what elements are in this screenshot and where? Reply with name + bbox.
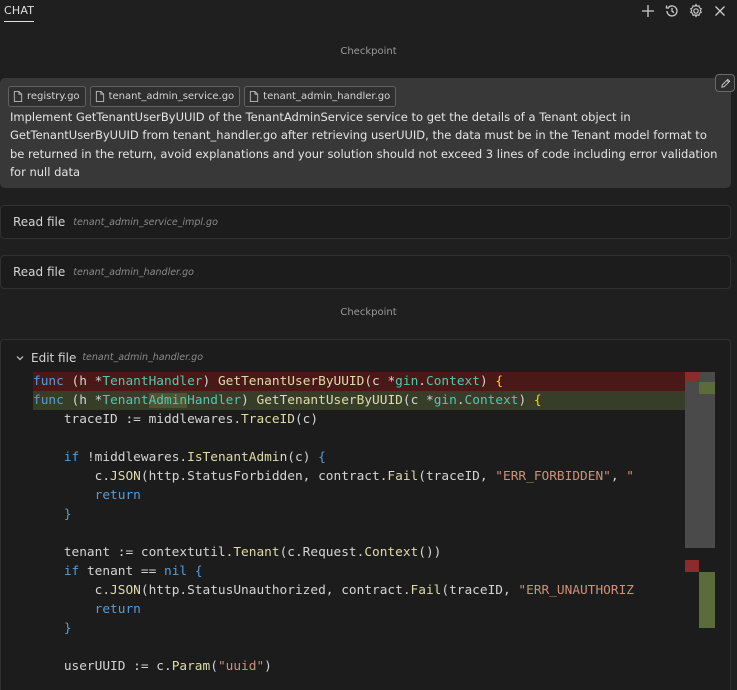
read-file-step[interactable]: Read file tenant_admin_service_impl.go — [0, 205, 731, 239]
history-icon[interactable] — [663, 2, 681, 20]
code-line: return — [94, 488, 141, 503]
step-file-name: tenant_admin_service_impl.go — [73, 216, 218, 228]
chevron-down-icon[interactable] — [15, 348, 25, 367]
code-line-deleted: func (h *TenantHandler) GetTenantUserByU… — [33, 372, 685, 391]
plus-icon[interactable] — [639, 2, 657, 20]
code-line: userUUID := c.Param("uuid") — [33, 659, 272, 674]
edit-file-header[interactable]: Edit file tenant_admin_handler.go — [15, 348, 203, 367]
code-diff[interactable]: func (h *TenantHandler) GetTenantUserByU… — [33, 372, 685, 690]
code-line: } — [63, 621, 72, 636]
code-line: if tenant == nil { — [63, 564, 203, 579]
edit-file-card: Edit file tenant_admin_handler.go func (… — [0, 339, 731, 690]
step-action: Read file — [13, 265, 66, 279]
file-icon — [95, 91, 104, 102]
step-file-name: tenant_admin_handler.go — [73, 266, 194, 278]
code-line: if !middlewares.IsTenantAdmin(c) { — [63, 450, 326, 465]
checkpoint-divider[interactable]: Checkpoint — [0, 307, 737, 318]
attachment-list: registry.go tenant_admin_service.go tena… — [8, 86, 397, 107]
code-line: tenant := contextutil.Tenant(c.Request.C… — [33, 545, 442, 560]
file-icon — [13, 91, 23, 102]
code-line: } — [63, 507, 72, 522]
pencil-icon — [720, 78, 730, 88]
close-icon[interactable] — [711, 2, 729, 20]
step-action: Read file — [13, 215, 66, 229]
attachment-chip[interactable]: tenant_admin_handler.go — [244, 86, 397, 107]
attachment-chip[interactable]: registry.go — [8, 86, 86, 107]
code-line: traceID := middlewares.TraceID(c) — [33, 412, 319, 427]
minimap-deletion-marker — [685, 372, 699, 382]
minimap-addition-marker — [699, 382, 715, 394]
code-line: c.JSON(http.StatusUnauthorized, contract… — [33, 583, 634, 598]
code-line: return — [94, 602, 141, 617]
minimap-addition-marker — [699, 572, 715, 628]
step-file-name: tenant_admin_handler.go — [82, 352, 204, 363]
step-action: Edit file — [31, 350, 77, 365]
code-line: c.JSON(http.StatusForbidden, contract.Fa… — [33, 469, 635, 484]
attachment-name: tenant_admin_service.go — [108, 91, 235, 102]
gear-icon[interactable] — [687, 2, 705, 20]
tab-chat[interactable]: CHAT — [4, 4, 35, 22]
chat-header: CHAT — [0, 0, 737, 28]
read-file-step[interactable]: Read file tenant_admin_handler.go — [0, 255, 731, 289]
minimap-scrollbar[interactable] — [685, 372, 715, 548]
code-line-added: func (h *TenantAdminHandler) GetTenantUs… — [33, 391, 685, 410]
prompt-text: Implement GetTenantUserByUUID of the Ten… — [10, 110, 718, 179]
attachment-name: registry.go — [27, 91, 80, 102]
attachment-name: tenant_admin_handler.go — [263, 91, 391, 102]
header-actions — [639, 2, 729, 20]
checkpoint-divider[interactable]: Checkpoint — [0, 46, 737, 57]
minimap-deletion-marker — [685, 560, 699, 572]
edit-prompt-button[interactable] — [715, 74, 735, 92]
user-prompt-card: registry.go tenant_admin_service.go tena… — [0, 74, 735, 188]
attachment-chip[interactable]: tenant_admin_service.go — [89, 86, 241, 107]
file-icon — [250, 91, 259, 102]
